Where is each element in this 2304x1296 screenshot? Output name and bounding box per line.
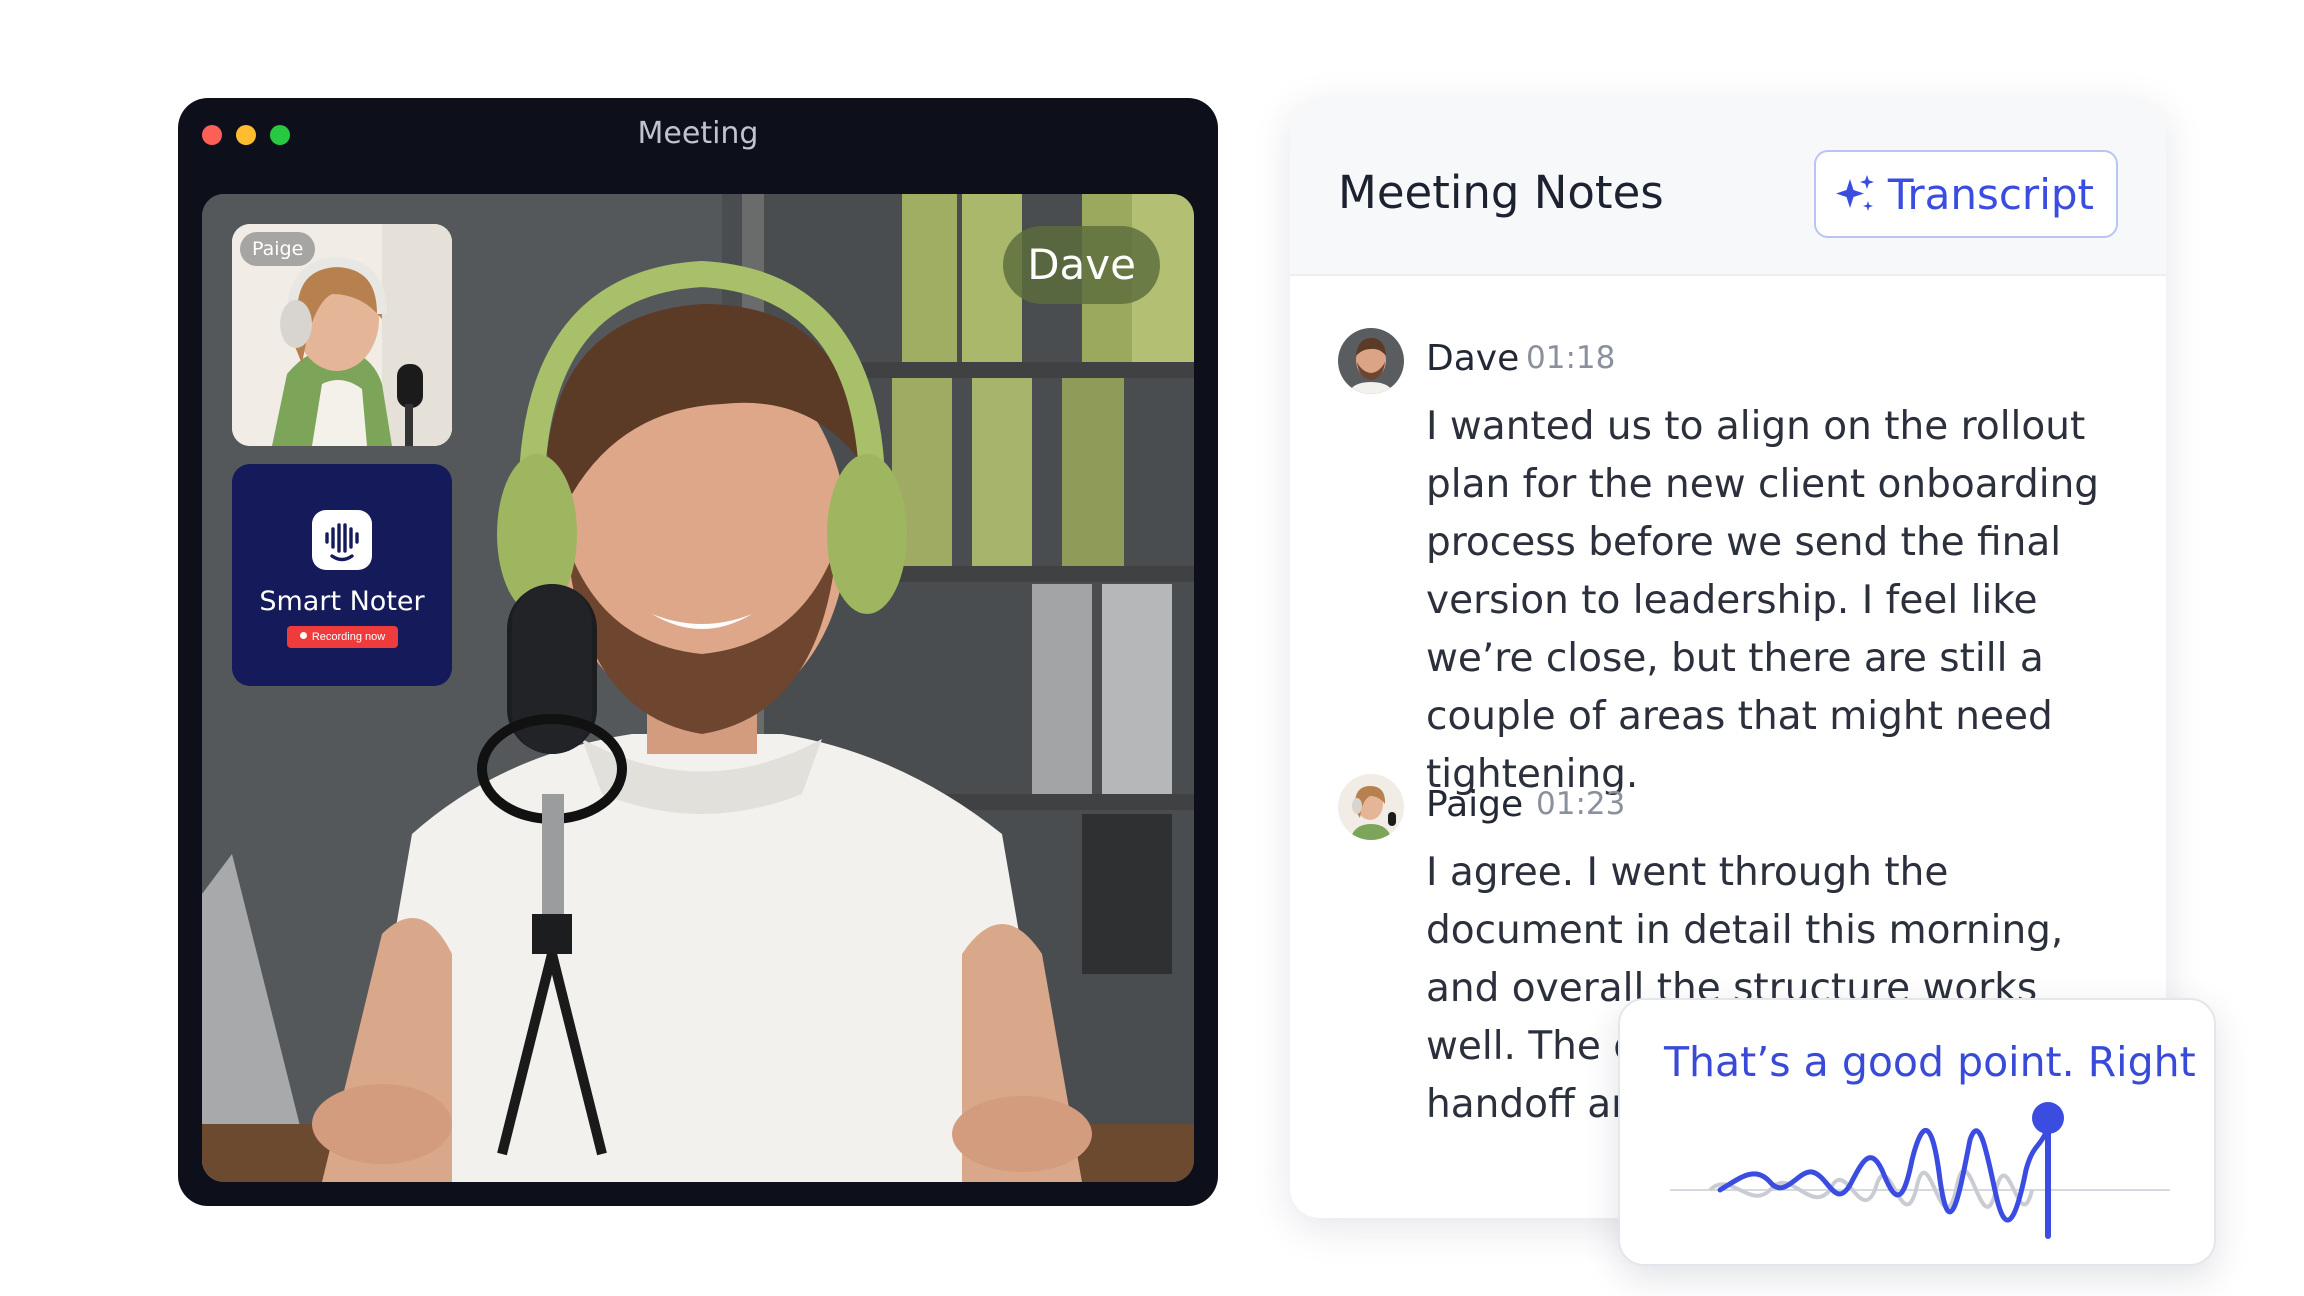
recording-status-badge: Recording now xyxy=(287,626,398,648)
bot-name: Smart Noter xyxy=(259,586,425,617)
main-video-feed[interactable]: Dave Paige Smart Noter Recording now xyxy=(202,194,1194,1182)
participant-tile-paige[interactable]: Paige xyxy=(232,224,452,446)
window-titlebar: Meeting xyxy=(178,98,1218,168)
avatar xyxy=(1338,328,1404,394)
transcript-entry: Dave 01:18 I wanted us to align on the r… xyxy=(1338,328,2118,797)
notes-title: Meeting Notes xyxy=(1338,166,1664,219)
live-caption-card: That’s a good point. Right xyxy=(1618,998,2216,1266)
transcript-button-label: Transcript xyxy=(1887,169,2094,219)
live-caption-text: That’s a good point. Right xyxy=(1664,1038,2196,1086)
waveform-smile-icon xyxy=(312,510,372,570)
timestamp: 01:18 xyxy=(1526,340,1616,376)
notes-header: Meeting Notes Transcript xyxy=(1290,98,2166,276)
speaker-name: Paige xyxy=(1426,784,1524,825)
recording-status-text: Recording now xyxy=(311,631,386,643)
window-title: Meeting xyxy=(637,116,759,151)
audio-waveform-icon xyxy=(1670,1102,2170,1239)
recording-dot-icon xyxy=(299,632,307,639)
participant-name-label: Paige xyxy=(240,232,316,266)
active-speaker-label: Dave xyxy=(1003,226,1160,304)
smart-noter-tile[interactable]: Smart Noter Recording now xyxy=(232,464,452,686)
speaker-name: Dave xyxy=(1426,338,1520,379)
meeting-window: Meeting Dave Paige Smart Noter Recording… xyxy=(178,98,1218,1206)
transcript-text: I wanted us to align on the rollout plan… xyxy=(1426,404,2100,797)
timestamp: 01:23 xyxy=(1536,786,1626,822)
sparkle-icon xyxy=(1835,175,1874,211)
avatar xyxy=(1338,774,1404,840)
transcript-button[interactable]: Transcript xyxy=(1813,150,2118,238)
